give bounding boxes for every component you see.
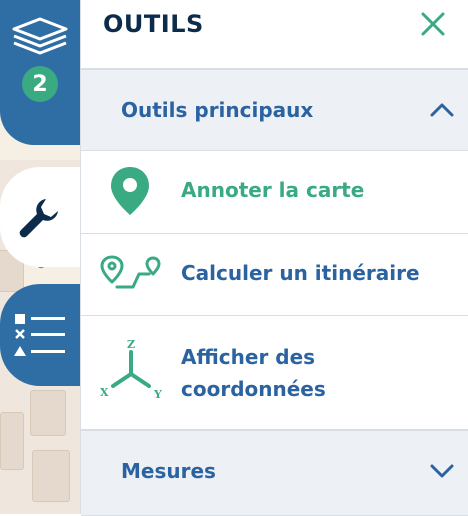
panel-header: OUTILS [81, 0, 468, 70]
tab-legend[interactable] [0, 284, 80, 386]
section-main-tools-title: Outils principaux [121, 98, 314, 122]
section-measures-header[interactable]: Mesures [81, 430, 468, 516]
panel-title: OUTILS [103, 10, 204, 38]
layers-icon [12, 17, 68, 55]
section-measures-title: Mesures [121, 459, 216, 483]
layers-count-badge: 2 [22, 66, 58, 102]
tab-tools[interactable] [0, 167, 80, 267]
tool-route-label: Calculer un itinéraire [181, 261, 420, 285]
chevron-down-icon [430, 464, 454, 478]
tool-annotate-map-label: Annoter la carte [181, 178, 365, 202]
tool-annotate-map[interactable]: Annoter la carte [81, 151, 468, 234]
legend-list-icon [14, 314, 65, 356]
route-icon [100, 255, 161, 289]
tool-route[interactable]: Calculer un itinéraire [81, 234, 468, 316]
xyz-axes-icon: Z X Y [100, 338, 162, 401]
section-main-tools-header[interactable]: Outils principaux [81, 70, 468, 151]
tab-layers[interactable]: 2 [0, 0, 80, 145]
wrench-icon [19, 199, 58, 238]
chevron-up-icon [430, 103, 454, 117]
axis-z-label: Z [127, 338, 135, 351]
map-pin-icon [111, 167, 149, 215]
tool-show-coordinates-label: Afficher des coordonnées [181, 345, 326, 401]
axis-y-label: Y [153, 388, 162, 401]
tools-panel: OUTILS Outils principaux Annoter la cart… [80, 0, 468, 516]
close-icon[interactable] [419, 10, 447, 38]
axis-x-label: X [100, 386, 109, 399]
tool-show-coordinates[interactable]: Z X Y Afficher des coordonnées [81, 316, 468, 430]
